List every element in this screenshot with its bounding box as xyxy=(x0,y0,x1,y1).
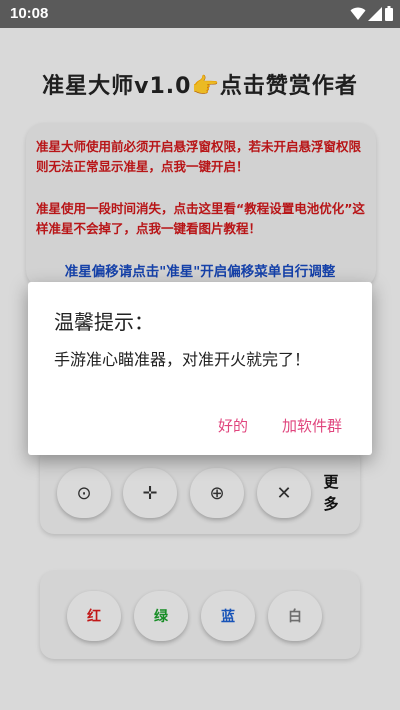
dialog-title: 温馨提示： xyxy=(54,310,154,334)
signal-icon xyxy=(368,7,382,21)
ok-button[interactable]: 好的 xyxy=(218,415,248,436)
join-group-button[interactable]: 加软件群 xyxy=(282,415,342,436)
wifi-icon xyxy=(350,7,366,20)
dialog-message: 手游准心瞄准器，对准开火就完了！ xyxy=(54,350,311,369)
status-bar: 10:08 xyxy=(0,0,400,28)
tip-dialog: 温馨提示： 手游准心瞄准器，对准开火就完了！ 好的 加软件群 xyxy=(28,282,372,455)
battery-icon xyxy=(385,6,393,21)
status-time: 10:08 xyxy=(10,5,49,22)
